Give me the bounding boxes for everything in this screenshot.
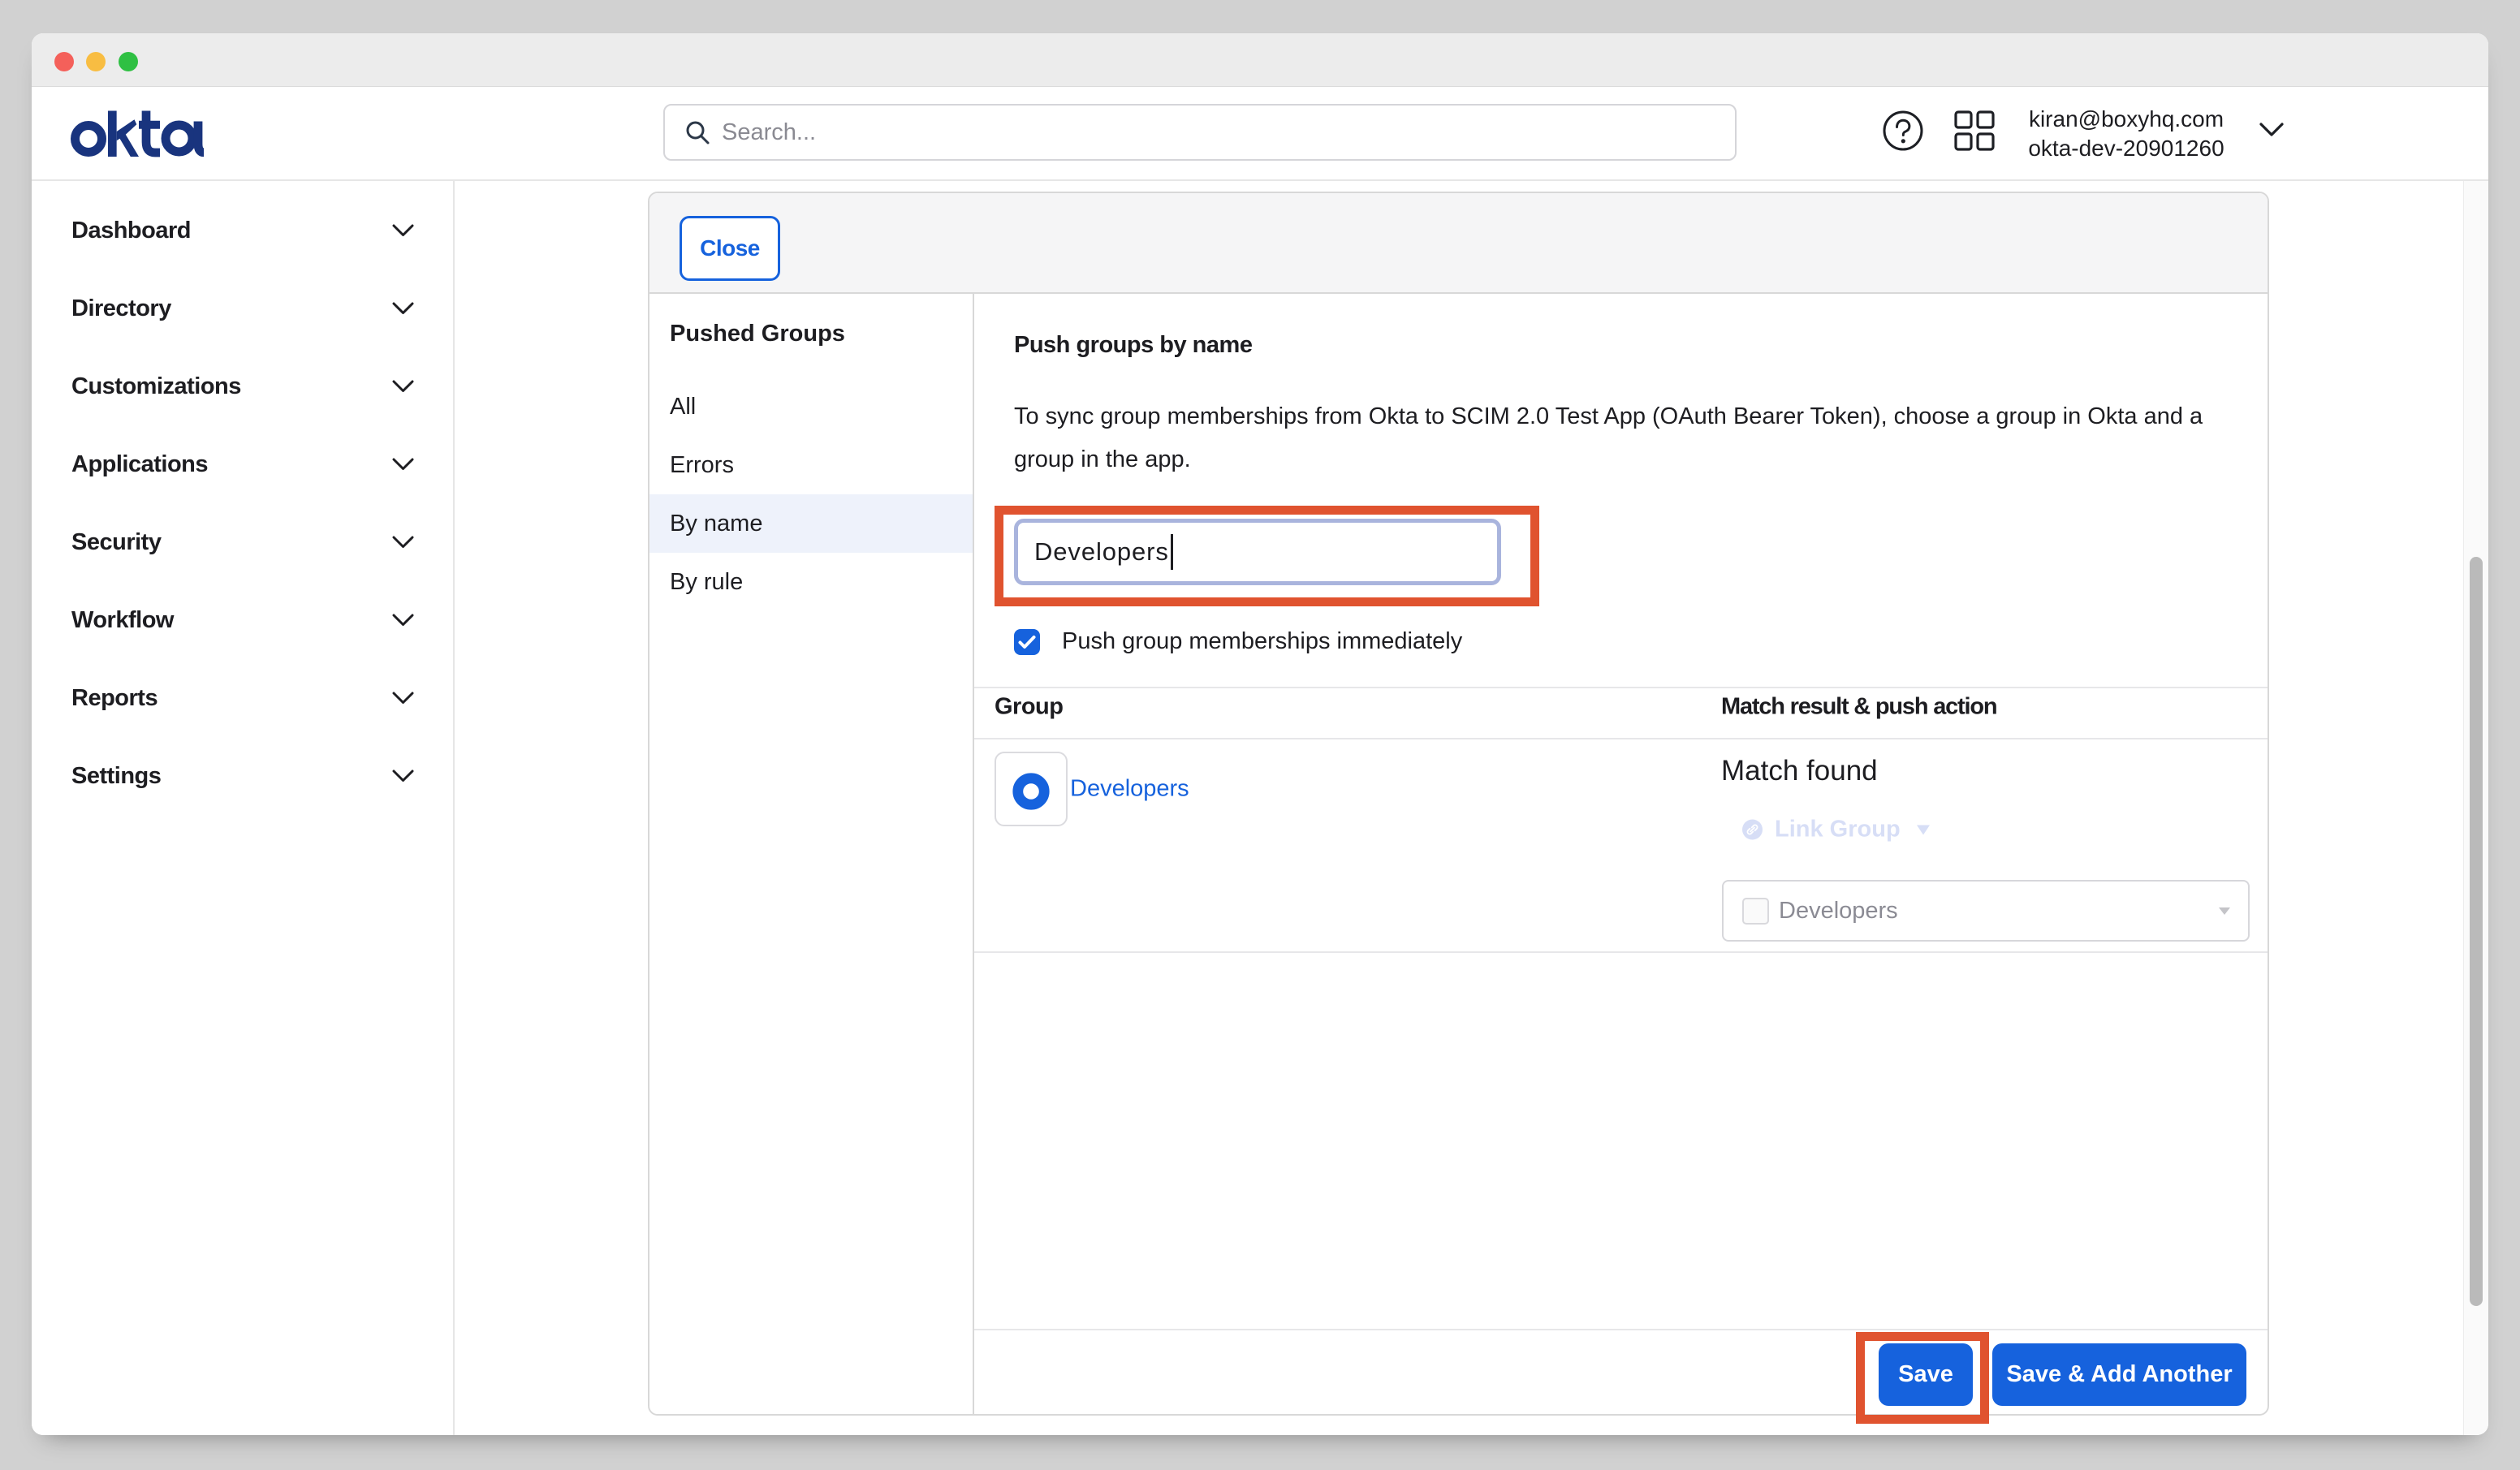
- chevron-down-icon: [392, 302, 414, 315]
- subnav-item-errors[interactable]: Errors: [649, 436, 973, 494]
- panel-header: Close: [649, 193, 2268, 294]
- pushed-groups-subnav: Pushed Groups All Errors By name By rule: [649, 292, 974, 1414]
- table-row-divider: [974, 951, 2268, 953]
- push-immediately-label: Push group memberships immediately: [1062, 628, 1462, 655]
- scrollbar-thumb[interactable]: [2470, 557, 2483, 1306]
- chevron-down-icon: [392, 536, 414, 549]
- account-menu[interactable]: kiran@boxyhq.com okta-dev-20901260: [1984, 105, 2268, 163]
- chevron-down-icon: [392, 224, 414, 237]
- okta-logo: [71, 110, 205, 160]
- group-name-link[interactable]: Developers: [1070, 776, 1189, 803]
- chevron-down-icon: [392, 769, 414, 782]
- zoom-window-button[interactable]: [119, 52, 138, 71]
- sidebar-item-settings[interactable]: Settings: [32, 737, 453, 815]
- section-divider: [974, 687, 2268, 688]
- sidebar-item-applications[interactable]: Applications: [32, 425, 453, 503]
- chevron-down-icon: [392, 692, 414, 705]
- section-description: To sync group memberships from Okta to S…: [1014, 395, 2216, 481]
- sidebar-item-customizations[interactable]: Customizations: [32, 347, 453, 425]
- sidebar-item-directory[interactable]: Directory: [32, 269, 453, 347]
- link-group-label: Link Group: [1775, 817, 1901, 843]
- sidebar-nav: Dashboard Directory Customizations Appli…: [32, 181, 455, 1435]
- save-add-another-button[interactable]: Save & Add Another: [1992, 1343, 2246, 1406]
- minimize-window-button[interactable]: [86, 52, 106, 71]
- app-group-icon: [1742, 898, 1769, 925]
- app-header: Search... kiran@boxyhq.com okta-dev-2090…: [32, 88, 2488, 181]
- chevron-down-icon: [392, 614, 414, 627]
- subnav-title: Pushed Groups: [670, 321, 973, 347]
- account-org: okta-dev-20901260: [1984, 134, 2268, 163]
- select-caret-icon: [2219, 907, 2230, 915]
- sidebar-item-dashboard[interactable]: Dashboard: [32, 192, 453, 269]
- link-group-action[interactable]: Link Group: [1742, 817, 1930, 843]
- sidebar-item-security[interactable]: Security: [32, 503, 453, 581]
- chevron-down-icon: [392, 380, 414, 393]
- app-group-select[interactable]: Developers: [1722, 880, 2250, 942]
- subnav-item-all[interactable]: All: [649, 377, 973, 436]
- help-icon[interactable]: [1883, 110, 1923, 151]
- link-icon: [1742, 820, 1763, 840]
- search-icon: [684, 119, 710, 145]
- sidebar-item-workflow[interactable]: Workflow: [32, 581, 453, 659]
- group-name-value: Developers: [1034, 537, 1169, 567]
- text-caret: [1171, 534, 1173, 570]
- global-search[interactable]: Search...: [663, 104, 1737, 161]
- app-group-value: Developers: [1779, 898, 2219, 925]
- save-button[interactable]: Save: [1879, 1343, 1973, 1406]
- column-header-group: Group: [995, 694, 1064, 721]
- account-email: kiran@boxyhq.com: [1984, 105, 2268, 134]
- close-window-button[interactable]: [54, 52, 74, 71]
- search-placeholder: Search...: [722, 119, 816, 146]
- subnav-item-by-name[interactable]: By name: [649, 494, 973, 553]
- column-header-match: Match result & push action: [1721, 694, 1996, 721]
- group-avatar: [995, 752, 1068, 826]
- chevron-down-icon: [392, 458, 414, 471]
- account-chevron-down-icon[interactable]: [2259, 123, 2284, 137]
- footer-divider: [974, 1329, 2268, 1330]
- link-group-caret-icon: [1917, 825, 1930, 834]
- section-title: Push groups by name: [1014, 332, 1252, 359]
- table-header-divider: [974, 738, 2268, 739]
- checkmark-icon: [1018, 635, 1036, 649]
- close-button[interactable]: Close: [680, 216, 780, 281]
- browser-window: Search... kiran@boxyhq.com okta-dev-2090…: [32, 33, 2488, 1435]
- group-donut-icon: [1012, 772, 1051, 811]
- group-name-input[interactable]: Developers: [1014, 519, 1501, 585]
- sidebar-item-reports[interactable]: Reports: [32, 659, 453, 737]
- window-titlebar: [32, 33, 2488, 87]
- push-groups-panel: Close Pushed Groups All Errors By name B…: [648, 192, 2269, 1416]
- subnav-item-by-rule[interactable]: By rule: [649, 553, 973, 611]
- match-status: Match found: [1721, 755, 1878, 787]
- push-immediately-checkbox[interactable]: [1014, 629, 1040, 655]
- main-content: Close Pushed Groups All Errors By name B…: [456, 181, 2488, 1435]
